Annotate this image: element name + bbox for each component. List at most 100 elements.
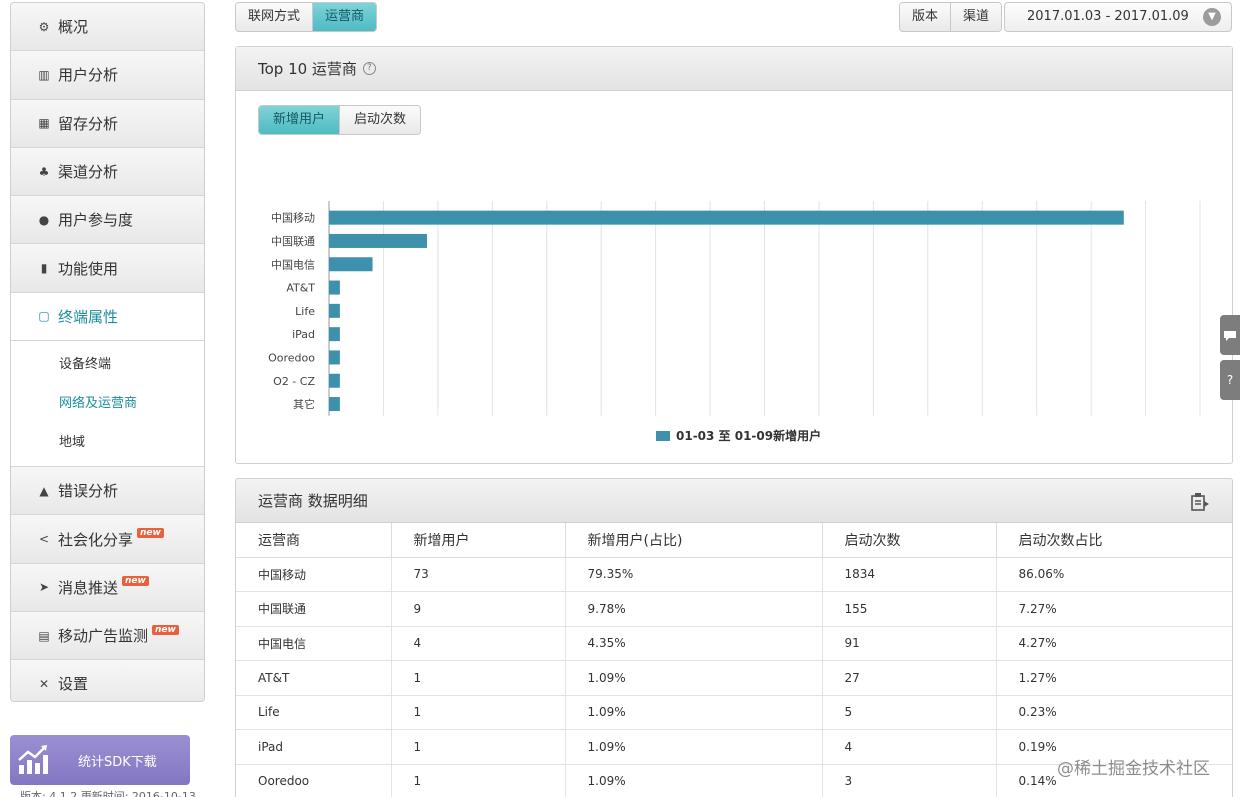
table-cell: 9 bbox=[391, 591, 566, 627]
comment-icon-glyph bbox=[1224, 330, 1236, 341]
top10-panel-header: Top 10 运营商 ? bbox=[236, 47, 1232, 91]
tab-carrier[interactable]: 运营商 bbox=[313, 3, 377, 31]
table-row: AT&T 1 1.09% 27 1.27% bbox=[236, 660, 1232, 696]
table-cell: 27 bbox=[822, 660, 997, 696]
table-cell: Ooredoo bbox=[236, 764, 392, 797]
sidebar-item-10[interactable]: ▤ 移动广告监测 new bbox=[11, 611, 204, 661]
table-cell: 1.09% bbox=[565, 764, 823, 797]
y-category-label: 中国移动 bbox=[271, 212, 315, 225]
table-cell: 5 bbox=[822, 695, 997, 730]
legend-label: 01-03 至 01-09新增用户 bbox=[676, 429, 822, 443]
sidebar-item-label: 设置 bbox=[58, 675, 89, 694]
comment-icon[interactable] bbox=[1220, 315, 1240, 355]
table-cell: 中国移动 bbox=[236, 557, 392, 592]
new-badge: new bbox=[152, 624, 179, 635]
table-cell: 3 bbox=[822, 764, 997, 797]
sdk-download-label: 统计SDK下载 bbox=[78, 754, 157, 770]
table-row: 中国联通 9 9.78% 155 7.27% bbox=[236, 591, 1232, 627]
warning-icon: ▲ bbox=[39, 483, 49, 498]
trend-chart-icon bbox=[18, 745, 48, 774]
top10-carrier-panel: Top 10 运营商 ? 新增用户 启动次数 05101520253035404… bbox=[235, 46, 1233, 464]
carrier-bar-chart: 05101520253035404550556065707580中国移动中国联通… bbox=[268, 201, 1201, 416]
chart-legend: 01-03 至 01-09新增用户 bbox=[656, 427, 821, 444]
table-cell: 86.06% bbox=[996, 557, 1232, 592]
version-info: 版本: 4.1.2 更新时间: 2016-10-13 bbox=[20, 790, 196, 797]
bar[interactable] bbox=[329, 327, 340, 342]
table-cell: 9.78% bbox=[565, 591, 823, 627]
bar[interactable] bbox=[329, 233, 427, 248]
subnav-item-network-carrier[interactable]: 网络及运营商 bbox=[11, 384, 204, 423]
column-header[interactable]: 新增用户(占比) bbox=[565, 523, 823, 558]
sidebar-item-2[interactable]: ▦ 留存分析 bbox=[11, 99, 204, 148]
sidebar-item-label: 移动广告监测 bbox=[58, 627, 149, 646]
table-row: 中国电信 4 4.35% 91 4.27% bbox=[236, 626, 1232, 661]
sidebar-item-1[interactable]: ▥ 用户分析 bbox=[11, 51, 204, 100]
grid-icon: ▦ bbox=[38, 116, 50, 131]
subnav-item-device[interactable]: 设备终端 bbox=[11, 345, 204, 384]
column-header[interactable]: 启动次数占比 bbox=[996, 523, 1232, 558]
column-header[interactable]: 运营商 bbox=[236, 523, 392, 558]
table-row: Life 1 1.09% 5 0.23% bbox=[236, 695, 1232, 730]
table-cell: 1 bbox=[391, 764, 566, 797]
table-cell: 4 bbox=[391, 626, 566, 661]
sidebar-item-label: 渠道分析 bbox=[58, 163, 119, 182]
bar[interactable] bbox=[329, 257, 373, 272]
export-icon[interactable] bbox=[1190, 492, 1210, 512]
bar[interactable] bbox=[329, 280, 340, 295]
help-icon[interactable]: ? bbox=[1220, 360, 1240, 400]
chevron-down-icon[interactable]: ▼ bbox=[1203, 8, 1221, 26]
column-header[interactable]: 新增用户 bbox=[391, 523, 566, 558]
bar[interactable] bbox=[329, 373, 340, 388]
new-badge: new bbox=[122, 576, 149, 587]
carrier-detail-panel: 运营商 数据明细 运营商 新增用户 新增用户(占比) 启动次数 启动次数占比 中国移动 7… bbox=[235, 478, 1233, 797]
sidebar-item-5[interactable]: ▮ 功能使用 bbox=[11, 244, 204, 293]
sidebar-item-0[interactable]: ⚙ 概况 bbox=[11, 3, 204, 52]
table-cell: 4 bbox=[822, 729, 997, 765]
bar[interactable] bbox=[329, 210, 1124, 225]
sdk-download-button[interactable]: 统计SDK下载 bbox=[10, 735, 190, 785]
sidebar-item-4[interactable]: ● 用户参与度 bbox=[11, 196, 204, 245]
sidebar-item-label: 留存分析 bbox=[58, 114, 119, 133]
bar[interactable] bbox=[329, 397, 340, 412]
table-cell: 1.09% bbox=[565, 660, 823, 696]
table-cell: 73 bbox=[391, 557, 566, 592]
table-cell: Life bbox=[236, 695, 392, 730]
connection-type-tabs: 联网方式 运营商 bbox=[235, 2, 378, 32]
tab-network-type[interactable]: 联网方式 bbox=[236, 3, 314, 31]
y-category-label: 中国联通 bbox=[271, 235, 315, 248]
column-header[interactable]: 启动次数 bbox=[822, 523, 997, 558]
y-category-label: O2 - CZ bbox=[273, 375, 315, 388]
detail-panel-header: 运营商 数据明细 bbox=[236, 479, 1232, 523]
sidebar-item-6[interactable]: ▢ 终端属性 bbox=[11, 292, 204, 342]
subnav-item-region[interactable]: 地域 bbox=[11, 423, 204, 462]
bar-chart-icon: ▥ bbox=[38, 67, 50, 82]
table-cell: 中国联通 bbox=[236, 591, 392, 627]
bar[interactable] bbox=[329, 350, 340, 365]
sidebar-nav-top: ⚙ 概况 ▥ 用户分析 ▦ 留存分析 ♣ 渠道分析 ● 用户参与度 ▮ 功能使用 ▢ 终端属性 bbox=[11, 3, 204, 342]
table-cell: 155 bbox=[822, 591, 997, 627]
sidebar-item-11[interactable]: ✕ 设置 bbox=[11, 660, 204, 701]
sidebar-item-3[interactable]: ♣ 渠道分析 bbox=[11, 147, 204, 197]
channel-filter-button[interactable]: 渠道 bbox=[951, 3, 1002, 31]
question-icon[interactable]: ? bbox=[362, 62, 376, 75]
tab-new-users[interactable]: 新增用户 bbox=[259, 106, 341, 134]
filter-buttons: 版本 渠道 bbox=[899, 2, 1003, 32]
date-range-picker[interactable]: 2017.01.03 - 2017.01.09 ▼ bbox=[1004, 2, 1232, 32]
y-category-label: 中国电信 bbox=[271, 258, 315, 271]
y-category-label: Life bbox=[295, 305, 315, 318]
table-cell: 1.09% bbox=[565, 729, 823, 765]
version-filter-button[interactable]: 版本 bbox=[900, 3, 952, 31]
table-cell: 中国电信 bbox=[236, 626, 392, 661]
table-cell: 7.27% bbox=[996, 591, 1232, 627]
sidebar-nav-bottom: ▲ 错误分析 < 社会化分享 new ➤ 消息推送 new ▤ 移动广告监测 new ✕ 设置 bbox=[11, 467, 204, 701]
sidebar-item-7[interactable]: ▲ 错误分析 bbox=[11, 467, 204, 516]
table-cell: 0.23% bbox=[996, 695, 1232, 730]
tablet-icon: ▢ bbox=[38, 309, 50, 324]
sidebar-item-9[interactable]: ➤ 消息推送 new bbox=[11, 563, 204, 612]
share-icon: < bbox=[38, 532, 50, 547]
tools-icon: ✕ bbox=[38, 676, 50, 691]
tab-launches[interactable]: 启动次数 bbox=[340, 106, 421, 134]
bar[interactable] bbox=[329, 303, 340, 318]
sidebar-item-label: 用户参与度 bbox=[58, 211, 134, 230]
sidebar-item-8[interactable]: < 社会化分享 new bbox=[11, 515, 204, 564]
